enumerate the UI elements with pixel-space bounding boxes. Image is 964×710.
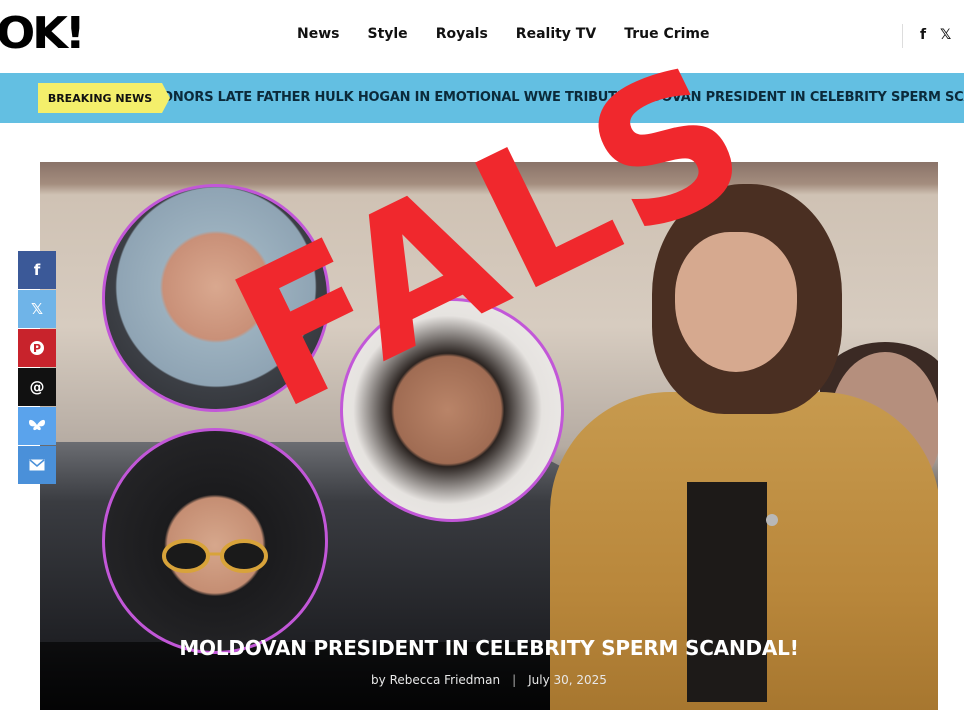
publish-date: July 30, 2025 [528,673,607,687]
sunglasses-icon [162,539,268,573]
x-icon[interactable]: 𝕏 [18,290,56,328]
nav-item-news[interactable]: News [297,26,339,42]
article-byline: by Rebecca Friedman | July 30, 2025 [40,673,938,687]
lapel-pin [766,514,778,526]
nav-item-royals[interactable]: Royals [436,26,488,42]
facebook-icon[interactable]: f [18,251,56,289]
header-divider [902,24,903,48]
share-bar: f 𝕏 P @ [18,251,56,485]
nav-item-style[interactable]: Style [367,26,407,42]
breaking-news-label: BREAKING NEWS [38,83,170,113]
facebook-icon[interactable]: f [920,27,926,43]
site-header: OK! News Style Royals Reality TV True Cr… [0,0,964,72]
email-icon[interactable] [18,446,56,484]
threads-icon[interactable]: @ [18,368,56,406]
article-headline[interactable]: MOLDOVAN PRESIDENT IN CELEBRITY SPERM SC… [40,636,938,660]
woman-top [687,482,767,702]
svg-text:P: P [33,342,41,355]
pinterest-icon[interactable]: P [18,329,56,367]
bluesky-icon[interactable] [18,407,56,445]
x-icon[interactable]: 𝕏 [940,27,951,43]
author-name[interactable]: by Rebecca Friedman [371,673,500,687]
byline-separator: | [512,673,517,687]
nav-item-reality-tv[interactable]: Reality TV [516,26,596,42]
site-logo[interactable]: OK! [0,12,86,56]
